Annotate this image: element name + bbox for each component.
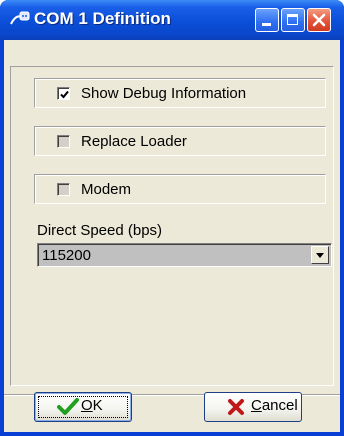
option-modem[interactable]: Modem (34, 174, 326, 204)
dialog-window: COM 1 Definition Show Debug Information … (0, 0, 344, 436)
ok-button[interactable]: OK (34, 392, 132, 422)
replace-loader-label: Replace Loader (81, 133, 187, 150)
show-debug-label: Show Debug Information (81, 85, 247, 102)
close-icon (312, 13, 326, 27)
window-title: COM 1 Definition (34, 9, 171, 28)
serial-port-icon (10, 10, 30, 28)
cancel-label: Cancel (251, 397, 298, 414)
minimize-button[interactable] (255, 8, 279, 32)
ok-label: OK (81, 397, 103, 414)
checkmark-icon (60, 90, 69, 99)
ok-label-rest: K (92, 397, 103, 414)
dropdown-arrow-button[interactable] (311, 246, 329, 264)
modem-checkbox[interactable] (57, 183, 70, 196)
maximize-icon (287, 14, 298, 25)
replace-loader-checkbox[interactable] (57, 135, 70, 148)
cancel-label-rest: ancel (261, 397, 298, 414)
direct-speed-select[interactable]: 115200 (37, 243, 332, 267)
modem-label: Modem (81, 181, 132, 198)
option-show-debug-information[interactable]: Show Debug Information (34, 78, 326, 108)
cancel-mnemonic: C (251, 397, 262, 414)
show-debug-checkbox[interactable] (57, 87, 70, 100)
direct-speed-value: 115200 (42, 247, 91, 264)
maximize-button[interactable] (281, 8, 305, 32)
chevron-down-icon (316, 253, 324, 258)
title-bar[interactable]: COM 1 Definition (0, 0, 344, 40)
close-button[interactable] (307, 8, 331, 32)
checkmark-icon (57, 398, 79, 415)
x-icon (228, 399, 244, 415)
ok-mnemonic: O (81, 397, 93, 414)
dialog-client-area: Show Debug Information Replace Loader Mo… (4, 40, 340, 432)
option-replace-loader[interactable]: Replace Loader (34, 126, 326, 156)
direct-speed-label: Direct Speed (bps) (37, 222, 163, 239)
minimize-icon (262, 23, 271, 26)
cancel-button[interactable]: Cancel (204, 392, 302, 422)
